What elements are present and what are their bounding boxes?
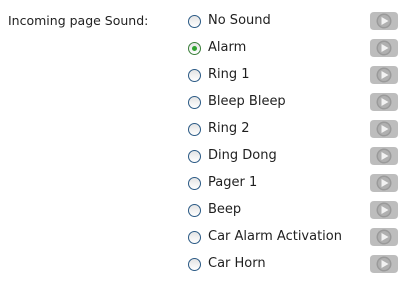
sound-option-car-horn: Car Horn [188,252,403,279]
sound-option-alarm: Alarm [188,36,403,63]
sound-name: Ding Dong [208,148,277,163]
play-icon[interactable] [369,37,399,59]
incoming-page-sound-label: Incoming page Sound: [8,13,149,28]
sound-option-ding-dong: Ding Dong [188,144,403,171]
sound-radio[interactable] [188,69,201,82]
play-icon[interactable] [369,172,399,194]
play-icon[interactable] [369,253,399,275]
sound-radio[interactable] [188,258,201,271]
sound-name: Pager 1 [208,175,258,190]
sound-radio[interactable] [188,15,201,28]
sound-option-beep: Beep [188,198,403,225]
sound-name: Beep [208,202,242,217]
sound-radio[interactable] [188,96,201,109]
sound-option-no-sound: No Sound [188,9,403,36]
sound-name: Ring 2 [208,121,250,136]
play-icon[interactable] [369,145,399,167]
sound-name: Car Alarm Activation [208,229,342,244]
sound-option-ring-2: Ring 2 [188,117,403,144]
sound-option-ring-1: Ring 1 [188,63,403,90]
play-icon[interactable] [369,118,399,140]
sound-radio[interactable] [188,42,201,55]
sound-radio[interactable] [188,204,201,217]
sound-option-bleep-bleep: Bleep Bleep [188,90,403,117]
sound-name: No Sound [208,13,271,28]
sound-option-car-alarm-activation: Car Alarm Activation [188,225,403,252]
sound-radio[interactable] [188,123,201,136]
sound-name: Alarm [208,40,247,55]
sound-name: Ring 1 [208,67,250,82]
sound-name: Bleep Bleep [208,94,286,109]
play-icon[interactable] [369,91,399,113]
play-icon[interactable] [369,226,399,248]
sound-name: Car Horn [208,256,266,271]
sound-radio[interactable] [188,231,201,244]
sound-radio[interactable] [188,177,201,190]
play-icon[interactable] [369,199,399,221]
play-icon[interactable] [369,10,399,32]
sound-options-list: No Sound Alarm Ring 1 Bleep Bleep Ring 2… [188,9,403,279]
sound-radio[interactable] [188,150,201,163]
play-icon[interactable] [369,64,399,86]
sound-option-pager-1: Pager 1 [188,171,403,198]
